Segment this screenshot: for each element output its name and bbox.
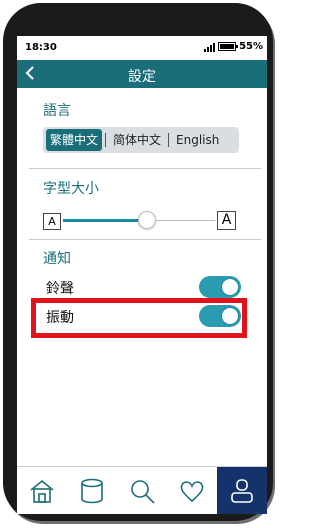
divider [29, 239, 261, 240]
battery-percent: 55% [239, 41, 263, 52]
font-small-icon: A [43, 213, 61, 230]
toggle-knob [221, 278, 239, 296]
font-large-icon: A [217, 211, 236, 230]
phone-frame: 18:30 55% 設定 語言 繁體中文 简体中文 English 字型大小 A… [3, 3, 273, 521]
language-option-traditional[interactable]: 繁體中文 [46, 129, 103, 151]
language-option-simplified[interactable]: 简体中文 [109, 129, 165, 151]
status-time: 18:30 [25, 42, 57, 53]
status-bar: 18:30 55% [17, 36, 267, 60]
signal-icon [204, 42, 216, 52]
separator [168, 133, 170, 147]
language-selector: 繁體中文 简体中文 English [43, 127, 239, 153]
status-indicators: 55% [204, 41, 263, 52]
slider-track [147, 220, 215, 221]
page-title: 設定 [128, 69, 156, 85]
battery-icon [218, 42, 239, 51]
home-icon [30, 479, 54, 503]
nav-bar: 設定 [17, 60, 267, 88]
divider [29, 168, 261, 169]
font-size-section-title: 字型大小 [43, 181, 99, 197]
user-icon [231, 479, 253, 503]
database-icon [81, 478, 103, 504]
notifications-section-title: 通知 [43, 251, 71, 267]
tab-search[interactable] [117, 467, 167, 514]
separator [105, 133, 107, 147]
search-icon [131, 480, 155, 504]
font-size-slider-thumb[interactable] [138, 211, 156, 229]
ringtone-toggle[interactable] [199, 276, 241, 298]
highlight-box [31, 298, 247, 338]
tab-favorites[interactable] [167, 467, 217, 514]
tab-home[interactable] [17, 467, 67, 514]
tab-bar [17, 466, 267, 514]
language-section-title: 語言 [43, 103, 71, 119]
ringtone-label: 鈴聲 [46, 281, 74, 297]
tab-database[interactable] [67, 467, 117, 514]
tab-profile[interactable] [217, 467, 267, 514]
language-option-english[interactable]: English [172, 129, 223, 151]
slider-track-filled [63, 219, 147, 222]
screen: 18:30 55% 設定 語言 繁體中文 简体中文 English 字型大小 A… [17, 36, 267, 514]
heart-icon [180, 481, 204, 503]
